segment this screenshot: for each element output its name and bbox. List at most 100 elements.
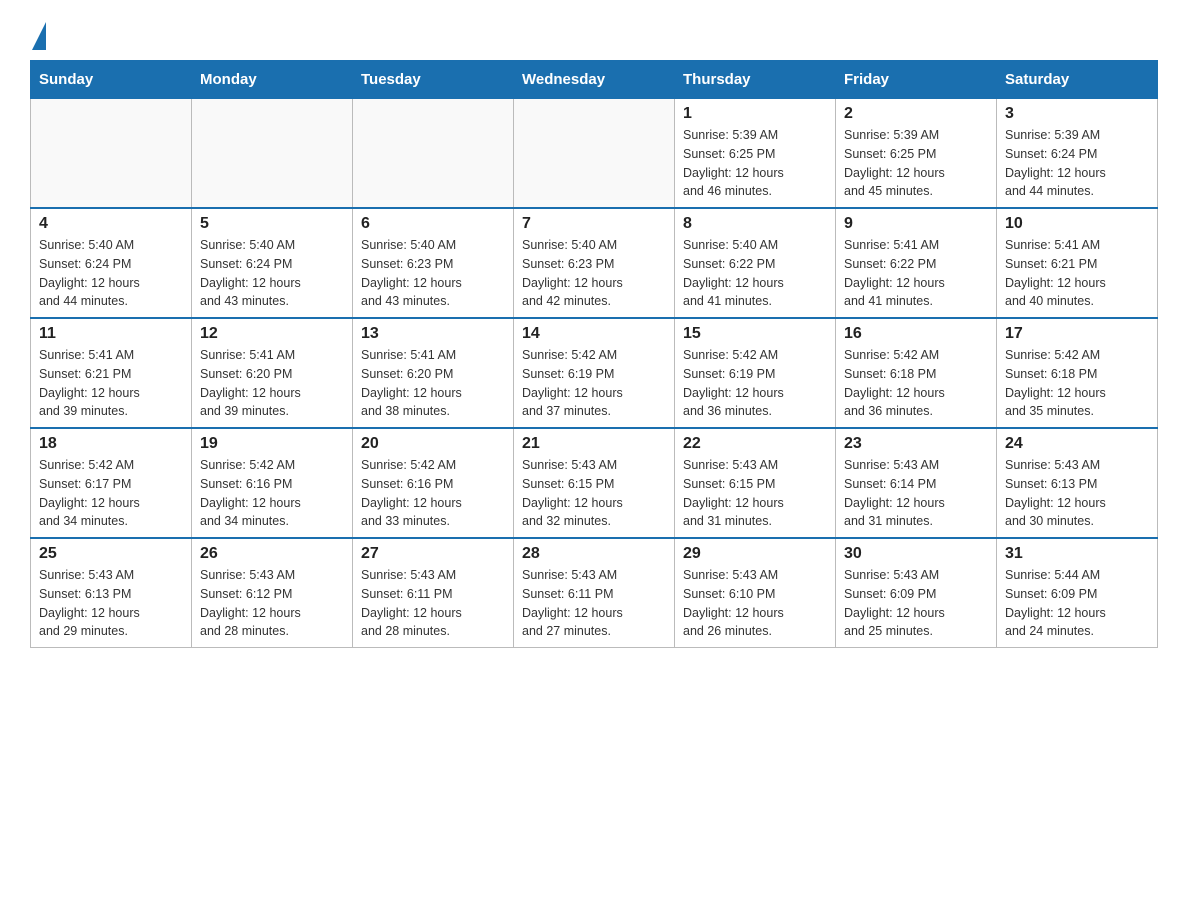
day-info: Sunrise: 5:43 AM Sunset: 6:12 PM Dayligh… — [200, 566, 344, 641]
day-info: Sunrise: 5:39 AM Sunset: 6:25 PM Dayligh… — [844, 126, 988, 201]
calendar-cell: 19 Sunrise: 5:42 AM Sunset: 6:16 PM Dayli… — [192, 428, 353, 538]
day-number: 19 — [200, 435, 344, 453]
day-info: Sunrise: 5:43 AM Sunset: 6:13 PM Dayligh… — [39, 566, 183, 641]
calendar-cell: 17 Sunrise: 5:42 AM Sunset: 6:18 PM Dayli… — [997, 318, 1158, 428]
day-info: Sunrise: 5:41 AM Sunset: 6:20 PM Dayligh… — [200, 346, 344, 421]
day-info: Sunrise: 5:39 AM Sunset: 6:25 PM Dayligh… — [683, 126, 827, 201]
day-info: Sunrise: 5:42 AM Sunset: 6:17 PM Dayligh… — [39, 456, 183, 531]
day-number: 29 — [683, 545, 827, 563]
day-info: Sunrise: 5:41 AM Sunset: 6:20 PM Dayligh… — [361, 346, 505, 421]
day-number: 30 — [844, 545, 988, 563]
calendar-cell: 21Sunrise: 5:43 AM Sunset: 6:15 PM Dayli… — [514, 428, 675, 538]
day-info: Sunrise: 5:42 AM Sunset: 6:16 PM Dayligh… — [361, 456, 505, 531]
day-number: 26 — [200, 545, 344, 563]
day-number: 23 — [844, 435, 988, 453]
day-info: Sunrise: 5:43 AM Sunset: 6:09 PM Dayligh… — [844, 566, 988, 641]
calendar-cell: 1 Sunrise: 5:39 AM Sunset: 6:25 PM Daylig… — [675, 99, 836, 209]
day-number: 17 — [1005, 325, 1149, 343]
calendar-cell: 11Sunrise: 5:41 AM Sunset: 6:21 PM Dayli… — [31, 318, 192, 428]
day-number: 3 — [1005, 105, 1149, 123]
calendar-cell: 9 Sunrise: 5:41 AM Sunset: 6:22 PM Daylig… — [836, 208, 997, 318]
calendar-cell: 18Sunrise: 5:42 AM Sunset: 6:17 PM Dayli… — [31, 428, 192, 538]
calendar-cell: 14 Sunrise: 5:42 AM Sunset: 6:19 PM Dayli… — [514, 318, 675, 428]
day-number: 22 — [683, 435, 827, 453]
calendar-table: SundayMondayTuesdayWednesdayThursdayFrid… — [30, 60, 1158, 648]
calendar-week-row: 11Sunrise: 5:41 AM Sunset: 6:21 PM Dayli… — [31, 318, 1158, 428]
calendar-cell: 7 Sunrise: 5:40 AM Sunset: 6:23 PM Daylig… — [514, 208, 675, 318]
calendar-header-row: SundayMondayTuesdayWednesdayThursdayFrid… — [31, 61, 1158, 99]
calendar-week-row: 1 Sunrise: 5:39 AM Sunset: 6:25 PM Daylig… — [31, 99, 1158, 209]
day-info: Sunrise: 5:42 AM Sunset: 6:19 PM Dayligh… — [522, 346, 666, 421]
day-info: Sunrise: 5:42 AM Sunset: 6:16 PM Dayligh… — [200, 456, 344, 531]
day-number: 7 — [522, 215, 666, 233]
day-info: Sunrise: 5:39 AM Sunset: 6:24 PM Dayligh… — [1005, 126, 1149, 201]
calendar-cell: 4 Sunrise: 5:40 AM Sunset: 6:24 PM Daylig… — [31, 208, 192, 318]
day-info: Sunrise: 5:43 AM Sunset: 6:11 PM Dayligh… — [522, 566, 666, 641]
day-number: 14 — [522, 325, 666, 343]
calendar-cell: 13Sunrise: 5:41 AM Sunset: 6:20 PM Dayli… — [353, 318, 514, 428]
calendar-header-saturday: Saturday — [997, 61, 1158, 99]
day-info: Sunrise: 5:43 AM Sunset: 6:13 PM Dayligh… — [1005, 456, 1149, 531]
day-info: Sunrise: 5:40 AM Sunset: 6:24 PM Dayligh… — [39, 236, 183, 311]
day-number: 4 — [39, 215, 183, 233]
calendar-cell: 8 Sunrise: 5:40 AM Sunset: 6:22 PM Daylig… — [675, 208, 836, 318]
day-number: 11 — [39, 325, 183, 343]
day-info: Sunrise: 5:43 AM Sunset: 6:11 PM Dayligh… — [361, 566, 505, 641]
day-info: Sunrise: 5:42 AM Sunset: 6:18 PM Dayligh… — [1005, 346, 1149, 421]
calendar-cell: 22Sunrise: 5:43 AM Sunset: 6:15 PM Dayli… — [675, 428, 836, 538]
day-number: 8 — [683, 215, 827, 233]
day-number: 31 — [1005, 545, 1149, 563]
calendar-cell: 10 Sunrise: 5:41 AM Sunset: 6:21 PM Dayli… — [997, 208, 1158, 318]
day-number: 9 — [844, 215, 988, 233]
calendar-header-monday: Monday — [192, 61, 353, 99]
day-info: Sunrise: 5:40 AM Sunset: 6:24 PM Dayligh… — [200, 236, 344, 311]
calendar-week-row: 18Sunrise: 5:42 AM Sunset: 6:17 PM Dayli… — [31, 428, 1158, 538]
day-number: 6 — [361, 215, 505, 233]
day-info: Sunrise: 5:43 AM Sunset: 6:15 PM Dayligh… — [522, 456, 666, 531]
calendar-cell: 29 Sunrise: 5:43 AM Sunset: 6:10 PM Dayli… — [675, 538, 836, 648]
day-info: Sunrise: 5:41 AM Sunset: 6:21 PM Dayligh… — [1005, 236, 1149, 311]
calendar-cell: 20 Sunrise: 5:42 AM Sunset: 6:16 PM Dayli… — [353, 428, 514, 538]
calendar-cell: 28 Sunrise: 5:43 AM Sunset: 6:11 PM Dayli… — [514, 538, 675, 648]
calendar-cell: 25 Sunrise: 5:43 AM Sunset: 6:13 PM Dayli… — [31, 538, 192, 648]
calendar-cell: 23 Sunrise: 5:43 AM Sunset: 6:14 PM Dayli… — [836, 428, 997, 538]
day-info: Sunrise: 5:42 AM Sunset: 6:18 PM Dayligh… — [844, 346, 988, 421]
calendar-header-friday: Friday — [836, 61, 997, 99]
day-info: Sunrise: 5:43 AM Sunset: 6:14 PM Dayligh… — [844, 456, 988, 531]
calendar-cell — [192, 99, 353, 209]
calendar-cell: 15 Sunrise: 5:42 AM Sunset: 6:19 PM Dayli… — [675, 318, 836, 428]
calendar-cell: 3 Sunrise: 5:39 AM Sunset: 6:24 PM Daylig… — [997, 99, 1158, 209]
day-info: Sunrise: 5:44 AM Sunset: 6:09 PM Dayligh… — [1005, 566, 1149, 641]
day-info: Sunrise: 5:41 AM Sunset: 6:22 PM Dayligh… — [844, 236, 988, 311]
day-number: 5 — [200, 215, 344, 233]
calendar-cell: 16Sunrise: 5:42 AM Sunset: 6:18 PM Dayli… — [836, 318, 997, 428]
calendar-cell: 27 Sunrise: 5:43 AM Sunset: 6:11 PM Dayli… — [353, 538, 514, 648]
day-number: 20 — [361, 435, 505, 453]
calendar-cell: 26 Sunrise: 5:43 AM Sunset: 6:12 PM Dayli… — [192, 538, 353, 648]
day-info: Sunrise: 5:42 AM Sunset: 6:19 PM Dayligh… — [683, 346, 827, 421]
calendar-header-wednesday: Wednesday — [514, 61, 675, 99]
calendar-week-row: 4 Sunrise: 5:40 AM Sunset: 6:24 PM Daylig… — [31, 208, 1158, 318]
calendar-cell — [31, 99, 192, 209]
calendar-header-tuesday: Tuesday — [353, 61, 514, 99]
calendar-cell — [353, 99, 514, 209]
day-number: 27 — [361, 545, 505, 563]
calendar-cell — [514, 99, 675, 209]
calendar-cell: 12 Sunrise: 5:41 AM Sunset: 6:20 PM Dayli… — [192, 318, 353, 428]
day-number: 15 — [683, 325, 827, 343]
calendar-week-row: 25 Sunrise: 5:43 AM Sunset: 6:13 PM Dayli… — [31, 538, 1158, 648]
calendar-cell: 5 Sunrise: 5:40 AM Sunset: 6:24 PM Daylig… — [192, 208, 353, 318]
page-header — [30, 20, 1158, 50]
day-info: Sunrise: 5:40 AM Sunset: 6:23 PM Dayligh… — [522, 236, 666, 311]
day-info: Sunrise: 5:43 AM Sunset: 6:10 PM Dayligh… — [683, 566, 827, 641]
day-number: 25 — [39, 545, 183, 563]
day-number: 2 — [844, 105, 988, 123]
calendar-header-sunday: Sunday — [31, 61, 192, 99]
day-number: 1 — [683, 105, 827, 123]
day-info: Sunrise: 5:40 AM Sunset: 6:22 PM Dayligh… — [683, 236, 827, 311]
calendar-cell: 30 Sunrise: 5:43 AM Sunset: 6:09 PM Dayli… — [836, 538, 997, 648]
day-number: 10 — [1005, 215, 1149, 233]
day-number: 28 — [522, 545, 666, 563]
day-number: 12 — [200, 325, 344, 343]
day-number: 24 — [1005, 435, 1149, 453]
